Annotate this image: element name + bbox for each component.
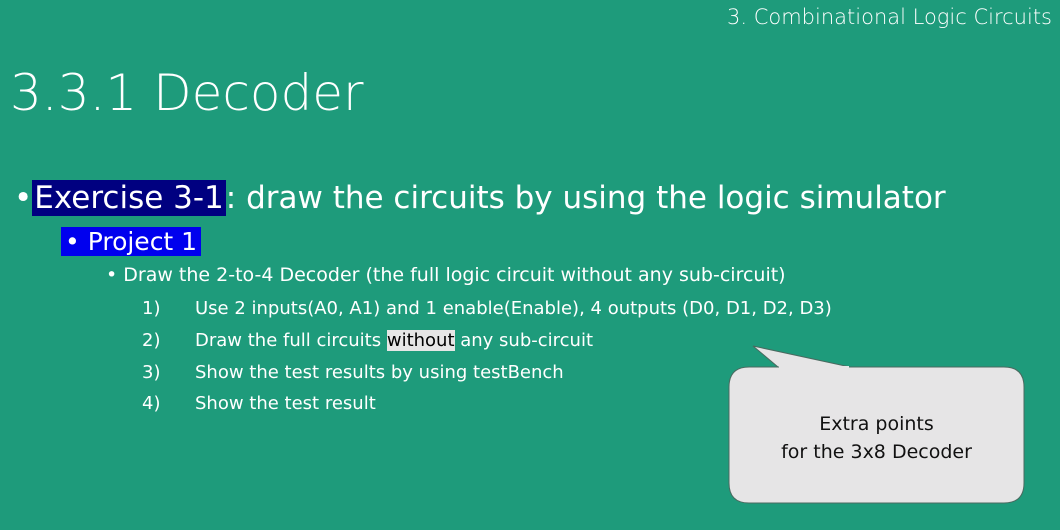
callout-text: Extra points for the 3x8 Decoder: [729, 410, 1024, 466]
callout-line: Extra points: [819, 413, 934, 435]
callout-line: for the 3x8 Decoder: [781, 441, 972, 463]
